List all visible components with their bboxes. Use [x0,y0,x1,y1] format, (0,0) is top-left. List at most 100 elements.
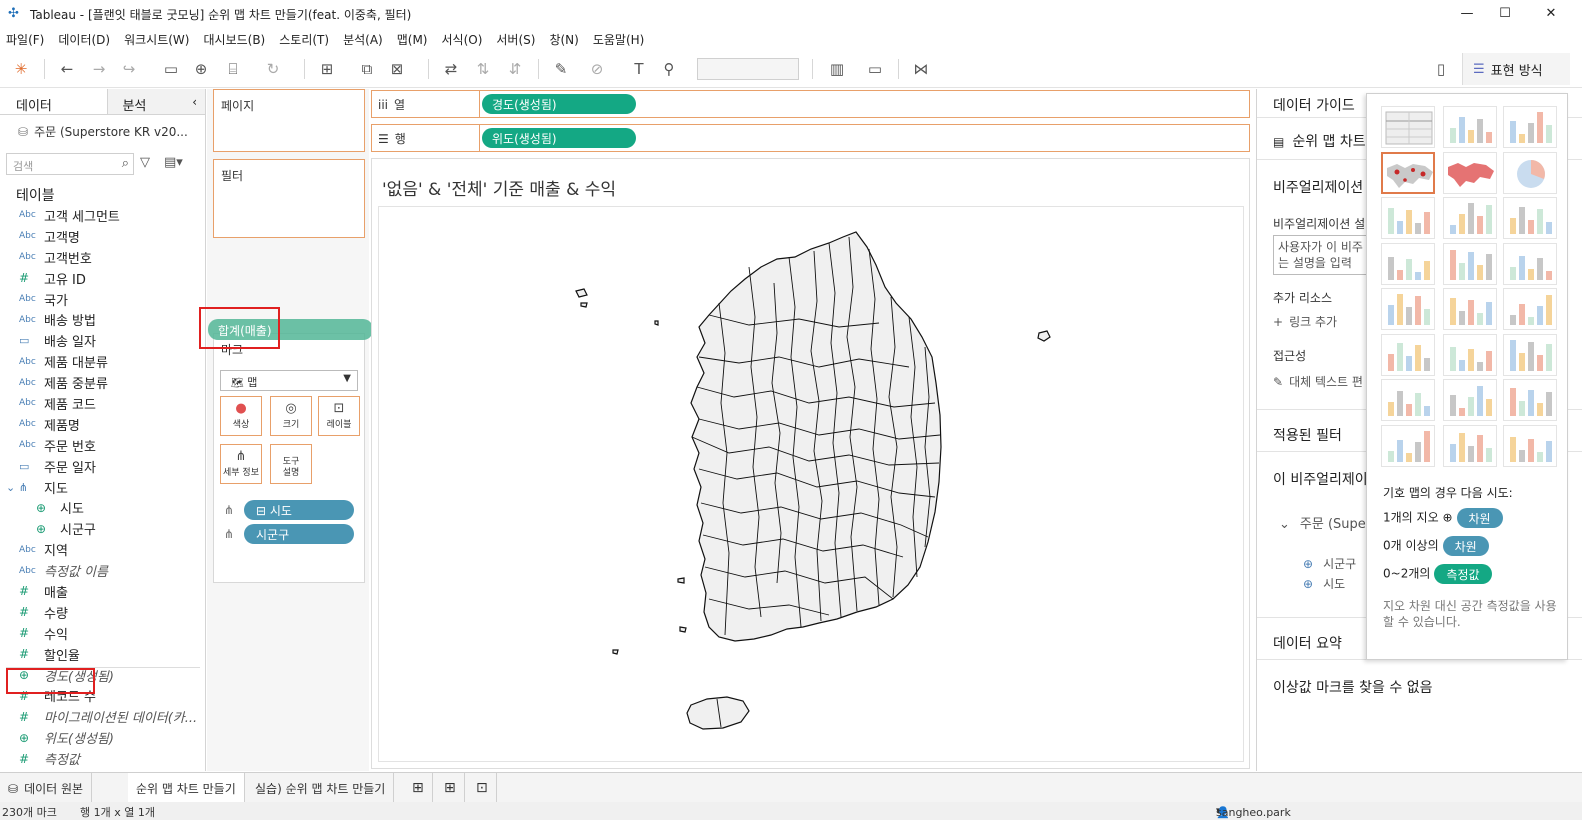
datasource-item[interactable]: ⛁ 주문 (Superstore KR v20... [0,115,205,145]
detail-button[interactable]: ⋔ 세부 정보 [220,444,262,484]
map-frame[interactable] [378,206,1244,762]
new-worksheet-tab-icon[interactable]: ⊞ [404,773,433,802]
save-icon[interactable]: ▭ [160,58,182,80]
collapse-icon[interactable]: ‹ [192,95,197,109]
menu-item-7[interactable]: 서식(O) [436,31,491,48]
pages-shelf[interactable]: 페이지 [213,89,365,152]
show-me-pie-chart-icon[interactable] [1503,151,1557,194]
show-me-bullet-graph-icon[interactable] [1443,424,1497,467]
show-me-gantt-chart-icon[interactable] [1381,424,1435,467]
mainland-korea-shape[interactable] [690,231,942,642]
fit-dropdown[interactable] [697,58,799,80]
menu-item-3[interactable]: 대시보드(B) [197,31,273,48]
show-me-side-by-side-circles-icon[interactable] [1503,242,1557,285]
alt-text-button[interactable]: ✎ 대체 텍스트 편 [1273,373,1363,390]
menu-item-2[interactable]: 워크시트(W) [118,31,197,48]
ulleung-island-shape[interactable] [1037,330,1051,342]
undo-icon[interactable]: ← [56,58,78,80]
field-item[interactable]: ▭ 주문 일자 [0,456,206,477]
maximize-button[interactable]: ☐ [1482,0,1528,28]
field-item[interactable]: # 수익 [0,623,206,644]
island-shape[interactable] [679,626,687,633]
sort-desc-icon[interactable]: ⇵ [504,58,526,80]
swap-icon[interactable]: ⇄ [440,58,462,80]
mark-type-dropdown[interactable]: 🗺 맵 ▼ [220,370,358,391]
filters-shelf[interactable]: 필터 [213,159,365,238]
field-item[interactable]: Abc 제품 중분류 [0,372,206,393]
show-me-treemap-icon[interactable] [1381,242,1435,285]
field-item[interactable]: Abc 고객번호 [0,247,206,268]
baengnyeong-island-shape[interactable] [575,288,588,298]
show-me-heat-map-icon[interactable] [1443,106,1497,148]
pill-sido[interactable]: ⊟ 시도 [244,500,354,520]
show-me-line-discrete-icon[interactable] [1443,288,1497,330]
redo-icon[interactable]: → [88,58,110,80]
presentation-icon[interactable]: ▭ [864,58,886,80]
field-item[interactable]: Abc 배송 방법 [0,309,206,330]
show-me-highlight-table-icon[interactable] [1503,106,1557,148]
island-shape[interactable] [580,302,588,308]
add-link-button[interactable]: + 링크 추가 [1273,313,1337,330]
color-button[interactable]: ● 색상 [220,396,262,436]
pill-longitude[interactable]: 경도(생성됨) [482,94,636,114]
show-me-side-by-side-bars-icon[interactable] [1503,197,1557,239]
field-item[interactable]: Abc 측정값 이름 [0,560,206,581]
format-painter-icon[interactable]: ▯ [1430,58,1452,80]
menu-item-4[interactable]: 스토리(T) [273,31,337,48]
korea-map[interactable] [379,207,1245,763]
show-me-horizontal-bars-icon[interactable] [1381,197,1435,239]
field-item[interactable]: Abc 제품명 [0,414,206,435]
new-datasource-icon[interactable]: ⊕ [190,58,212,80]
field-item[interactable]: # 할인율 [0,644,206,665]
menu-item-8[interactable]: 서버(S) [490,31,543,48]
island-shape[interactable] [654,320,659,326]
datasource-tree-item[interactable]: ⌄ 주문 (Supe [1273,513,1366,532]
tableau-home-icon[interactable]: ✳ [10,58,32,80]
show-me-symbol-map-icon[interactable] [1381,151,1435,194]
view-options-icon[interactable]: ▤▾ [164,155,183,170]
show-me-text-table-icon[interactable] [1381,106,1435,148]
refresh-icon[interactable]: ↻ [262,58,284,80]
island-shape[interactable] [677,577,685,584]
show-me-circle-view-icon[interactable] [1443,242,1497,285]
size-button[interactable]: ◎ 크기 [270,396,312,436]
pause-updates-icon[interactable]: ⌸ [222,58,244,80]
field-item[interactable]: Abc 제품 코드 [0,393,206,414]
field-item[interactable]: # 마이그레이션된 데이터(카... [0,706,206,727]
new-dashboard-tab-icon[interactable]: ⊞ [436,773,465,802]
tab-sheet-1[interactable]: 순위 맵 차트 만들기 [128,773,245,802]
show-me-button[interactable]: ☰ 표현 방식 [1462,53,1570,85]
field-item[interactable]: Abc 국가 [0,289,206,310]
jeju-island-shape[interactable] [686,696,750,730]
field-item[interactable]: ⌄ ⋔ 지도 [0,477,206,498]
pin-icon[interactable]: ⚲ [658,58,680,80]
field-item[interactable]: # 고유 ID [0,268,206,289]
share-icon[interactable]: ⋈ [910,58,932,80]
new-story-tab-icon[interactable]: ⊡ [468,773,497,802]
field-item[interactable]: ▭ 배송 일자 [0,330,206,351]
sort-asc-icon[interactable]: ⇅ [472,58,494,80]
show-me-box-plot-icon[interactable] [1503,379,1557,421]
show-cards-icon[interactable]: ▥ [826,58,848,80]
field-item[interactable]: # 수량 [0,602,206,623]
show-me-scatter-plot-icon[interactable] [1381,379,1435,421]
show-me-histogram-icon[interactable] [1443,379,1497,421]
clear-sheet-icon[interactable]: ⊠ [386,58,408,80]
field-item[interactable]: ⊕ 시도 [0,497,206,518]
menu-item-5[interactable]: 분석(A) [337,31,391,48]
new-worksheet-icon[interactable]: ⊞ [316,58,338,80]
field-item[interactable]: # 측정값 [0,748,206,769]
menu-item-1[interactable]: 데이터(D) [52,31,118,48]
show-me-stacked-bars-icon[interactable] [1443,197,1497,239]
menu-item-9[interactable]: 창(N) [543,31,586,48]
menu-item-0[interactable]: 파일(F) [0,31,52,48]
menu-item-10[interactable]: 도움말(H) [587,31,653,48]
show-me-packed-bubbles-icon[interactable] [1503,424,1557,467]
field-item[interactable]: # 매출 [0,581,206,602]
pill-sigungu[interactable]: 시군구 [244,524,354,544]
show-me-dual-line-icon[interactable] [1503,288,1557,330]
tab-data[interactable]: 데이터 [0,89,107,114]
close-button[interactable]: ✕ [1528,0,1574,28]
highlight-icon[interactable]: ✎ [550,58,572,80]
field-item[interactable]: Abc 주문 번호 [0,435,206,456]
